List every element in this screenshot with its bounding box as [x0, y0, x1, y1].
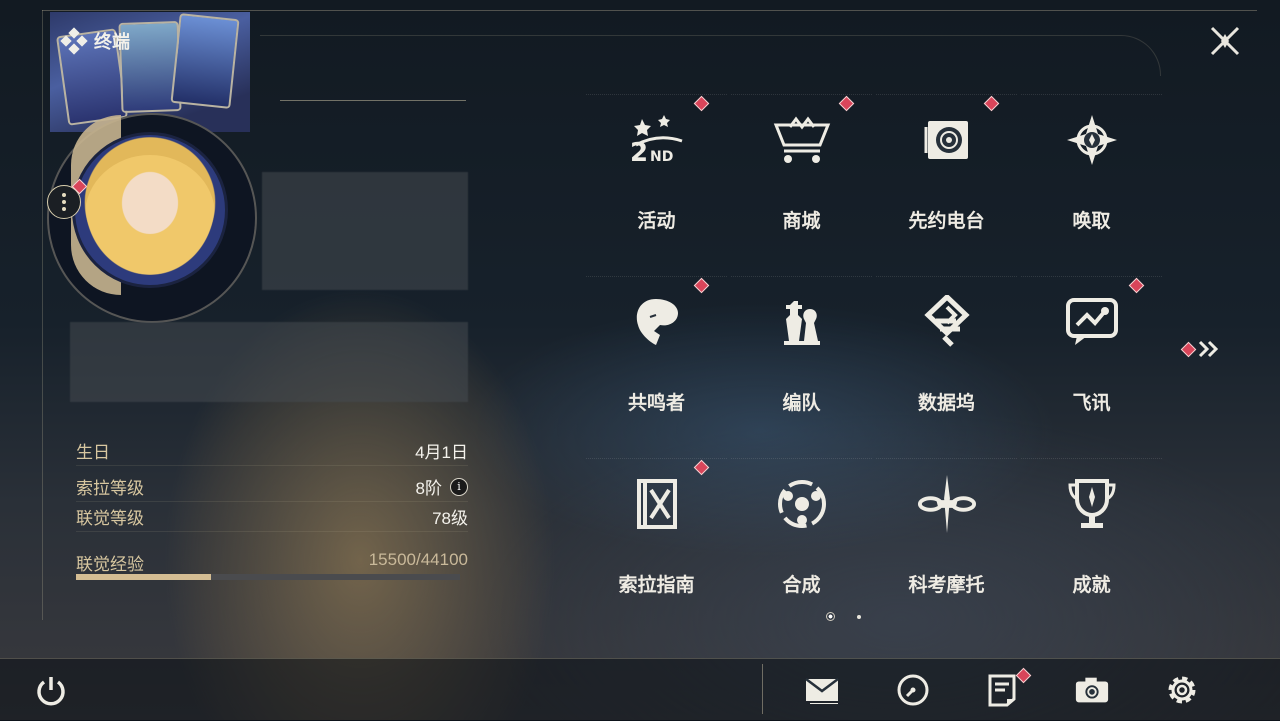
menu-item-data-dock[interactable]: 数据坞 [874, 274, 1019, 456]
player-signature-blurred [70, 322, 468, 402]
camera-icon [1075, 677, 1109, 703]
menu-item-sola-guide[interactable]: 索拉指南 [584, 456, 729, 638]
stat-label: 生日 [76, 443, 110, 462]
close-button[interactable] [1208, 24, 1242, 58]
mail-button[interactable] [804, 672, 840, 708]
menu-grid: 2 ND 活动 商城 先约电台 唤取 共鸣者 编队 数据坞 飞讯 索拉指南 合成… [584, 92, 1164, 638]
notes-icon [988, 674, 1016, 707]
player-name-blurred [262, 172, 468, 290]
exp-label: 联觉经验 [76, 555, 144, 574]
clock-icon [897, 674, 929, 706]
exp-row: 联觉经验 15500/44100 [76, 550, 468, 575]
camera-button[interactable] [1074, 672, 1110, 708]
exp-progress-bar [76, 574, 460, 580]
notes-button[interactable] [984, 667, 1032, 708]
terminal-title: 终端 [60, 27, 130, 55]
info-icon[interactable]: i [450, 477, 468, 496]
stat-label: 索拉等级 [76, 479, 144, 498]
close-x-icon [1210, 26, 1240, 56]
menu-item-motorbike[interactable]: 科考摩托 [874, 456, 1019, 638]
terminal-logo-icon [60, 27, 88, 55]
double-chevron-right-icon [1198, 340, 1219, 358]
profile-stats: 生日 4月1日 索拉等级 8阶 i 联觉等级 78级 [76, 436, 468, 532]
menu-item-events[interactable]: 2 ND 活动 [584, 92, 729, 274]
menu-item-achievements[interactable]: 成就 [1019, 456, 1164, 638]
stat-label: 联觉等级 [76, 509, 144, 528]
exp-progress-fill [76, 574, 211, 580]
menu-item-resonators[interactable]: 共鸣者 [584, 274, 729, 456]
settings-button[interactable] [1164, 672, 1200, 708]
name-underline [280, 100, 466, 101]
exp-value: 15500/44100 [368, 550, 468, 569]
stat-value: 8阶 [415, 479, 442, 498]
menu-item-radio[interactable]: 先约电台 [874, 92, 1019, 274]
menu-item-shop[interactable]: 商城 [729, 92, 874, 274]
menu-item-summon[interactable]: 唤取 [1019, 92, 1164, 274]
power-button[interactable] [34, 674, 68, 713]
frame-inner-curve [260, 35, 1161, 76]
page-dot-active[interactable] [826, 612, 835, 621]
page-dot[interactable] [857, 614, 861, 619]
stat-union-level: 联觉等级 78级 [76, 502, 468, 532]
stat-birthday: 生日 4月1日 [76, 436, 468, 466]
stat-value: 78级 [432, 509, 468, 528]
power-icon [37, 677, 65, 706]
bottom-bar-divider [762, 664, 763, 714]
clock-button[interactable] [895, 672, 931, 708]
terminal-title-text: 终端 [94, 32, 130, 52]
frame-top-line [42, 10, 1257, 11]
mail-icon [805, 678, 839, 704]
stat-sola-level: 索拉等级 8阶 i [76, 472, 468, 502]
next-page-button[interactable] [1180, 340, 1220, 358]
avatar[interactable] [72, 132, 228, 288]
frame-left-line [42, 10, 43, 620]
settings-gear-icon [1168, 676, 1196, 704]
page-indicator [826, 612, 861, 621]
tarot-card [170, 13, 240, 109]
menu-item-synthesis[interactable]: 合成 [729, 456, 874, 638]
stat-value: 4月1日 [415, 443, 468, 462]
menu-item-team[interactable]: 编队 [729, 274, 874, 456]
notification-badge [1180, 341, 1197, 357]
menu-item-messages[interactable]: 飞讯 [1019, 274, 1164, 456]
stat-value-wrap: 8阶 i [416, 474, 468, 499]
